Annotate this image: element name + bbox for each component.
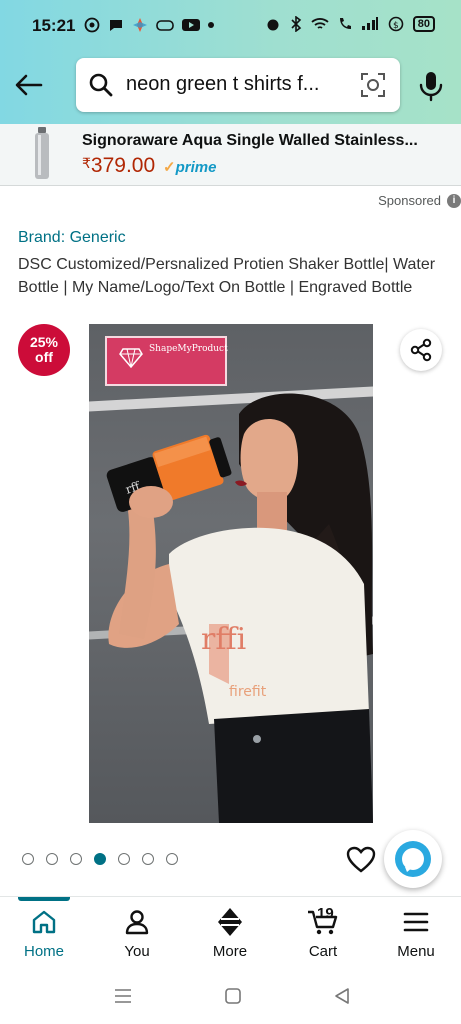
carousel-dot[interactable]	[118, 853, 130, 865]
product-title: DSC Customized/Persnalized Protien Shake…	[18, 256, 436, 296]
call-icon	[339, 18, 351, 29]
bluetooth-icon	[291, 16, 301, 32]
carousel-dot[interactable]	[70, 853, 82, 865]
home-icon	[32, 910, 56, 934]
camera-search-icon[interactable]	[360, 72, 386, 98]
chat-icon	[110, 20, 122, 31]
bottom-navigation: Home You More 19 Cart Menu	[0, 896, 461, 968]
prime-badge: ✓prime	[163, 159, 216, 176]
person-icon	[125, 910, 149, 935]
share-button[interactable]	[400, 329, 442, 371]
svg-text:$: $	[393, 21, 399, 31]
prime-label: prime	[175, 159, 217, 176]
recents-icon[interactable]	[114, 988, 132, 1004]
discount-percent: 25%	[29, 334, 59, 350]
nav-menu-label: Menu	[397, 943, 435, 960]
app-header: 15:21 $ 80 neon green t shirts f...	[0, 0, 461, 124]
nav-cart-label: Cart	[308, 943, 338, 960]
search-bar[interactable]: neon green t shirts f...	[76, 58, 400, 112]
carousel-dot[interactable]	[166, 853, 178, 865]
wifi-icon	[311, 18, 329, 29]
carousel-dot[interactable]	[94, 853, 106, 865]
product-image[interactable]: ShapeMyProduct rffi firefit rff	[89, 324, 373, 823]
prime-check-icon: ✓	[163, 159, 176, 176]
data-saver-icon: $	[388, 16, 404, 32]
alarm-icon	[267, 19, 279, 31]
pinwheel-icon	[133, 18, 147, 32]
nav-home-label: Home	[23, 943, 64, 960]
carousel-dot[interactable]	[22, 853, 34, 865]
search-icon	[89, 73, 113, 97]
nav-menu[interactable]: Menu	[370, 897, 461, 969]
back-triangle-icon[interactable]	[333, 987, 351, 1005]
alexa-icon	[395, 841, 431, 877]
search-input[interactable]: neon green t shirts f...	[126, 73, 319, 96]
diamond-icon	[218, 908, 242, 936]
woman-drinking-illustration: rffi firefit rff	[106, 393, 373, 823]
carousel-dot[interactable]	[142, 853, 154, 865]
product-thumbnail	[35, 127, 49, 179]
sponsored-text: Sponsored	[378, 193, 441, 208]
nav-you-label: You	[124, 943, 150, 960]
carousel-dot[interactable]	[46, 853, 58, 865]
image-carousel-indicator[interactable]	[22, 853, 178, 865]
discount-off: off	[35, 349, 53, 365]
svg-text:firefit: firefit	[229, 684, 267, 700]
notification-icons	[84, 17, 214, 33]
currency-symbol: ₹	[82, 155, 91, 171]
sponsored-product-banner[interactable]: Signoraware Aqua Single Walled Stainless…	[0, 124, 461, 186]
home-button-icon[interactable]	[224, 987, 242, 1005]
share-icon	[410, 338, 432, 362]
alexa-button[interactable]	[384, 830, 442, 888]
info-icon[interactable]: i	[447, 193, 461, 208]
nav-more[interactable]: More	[184, 897, 276, 969]
price-value: 379.00	[90, 154, 156, 177]
heart-icon[interactable]	[346, 846, 376, 874]
nav-home[interactable]: Home	[0, 897, 90, 969]
cart-count-badge: 19	[317, 905, 334, 922]
nav-cart[interactable]: 19 Cart	[277, 897, 369, 969]
back-arrow-icon	[15, 74, 43, 96]
sponsored-label[interactable]: Sponsored i	[378, 193, 461, 208]
ad-product-title[interactable]: Signoraware Aqua Single Walled Stainless…	[82, 132, 418, 150]
battery-indicator: 80	[412, 16, 435, 32]
clock: 15:21	[32, 16, 76, 35]
back-button[interactable]	[12, 68, 46, 102]
system-icons: $ 80	[265, 16, 435, 32]
nav-you[interactable]: You	[91, 897, 183, 969]
ad-product-price: ₹379.00 ✓prime	[82, 154, 216, 178]
gamepad-icon	[156, 20, 174, 31]
system-navigation-bar	[0, 968, 461, 1024]
brand-link[interactable]: Brand: Generic	[18, 229, 126, 247]
whatsapp-icon	[84, 17, 100, 33]
more-notifications-icon	[208, 22, 214, 28]
microphone-icon[interactable]	[418, 70, 444, 102]
discount-badge: 25% off	[18, 324, 70, 376]
svg-text:rffi: rffi	[201, 622, 246, 657]
signal-icon	[361, 17, 378, 30]
status-bar: 15:21 $ 80	[0, 0, 461, 50]
hamburger-icon	[403, 912, 429, 932]
youtube-icon	[182, 19, 200, 31]
nav-more-label: More	[212, 943, 248, 960]
